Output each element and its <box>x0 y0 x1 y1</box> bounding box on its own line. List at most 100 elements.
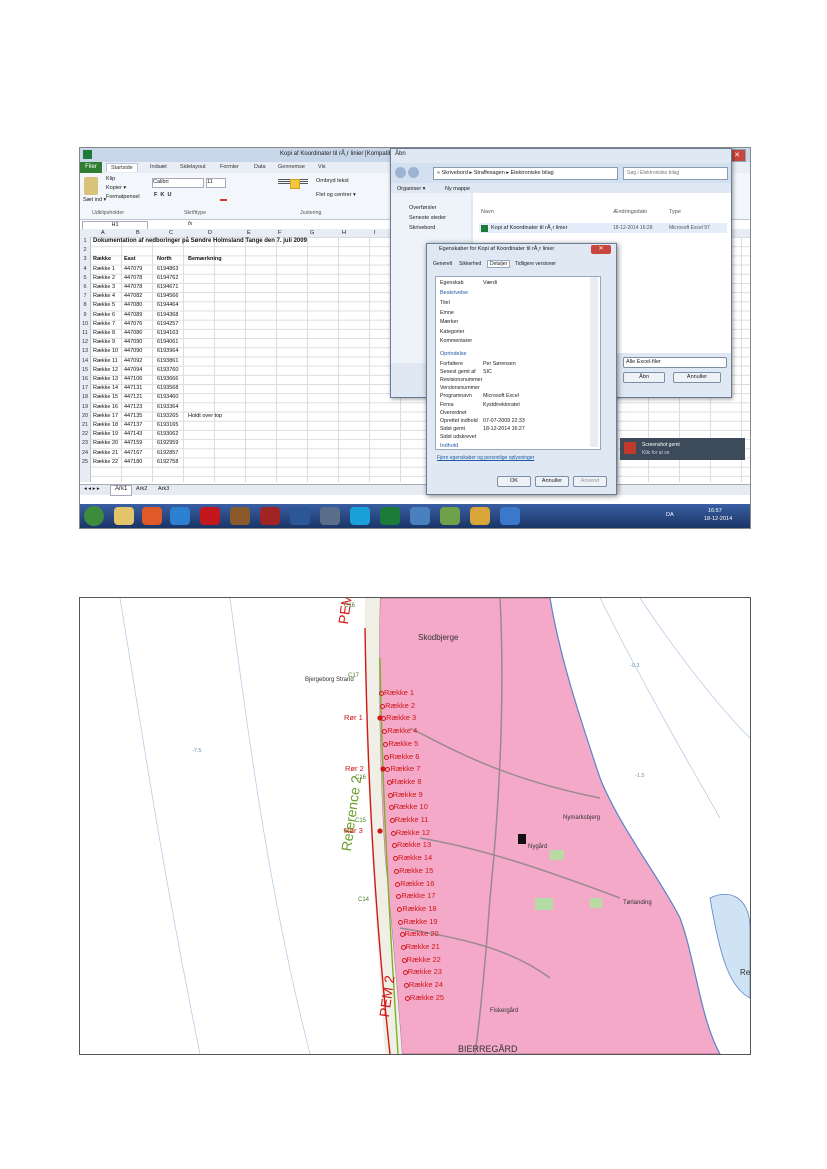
table-cell[interactable]: Række 15 <box>93 394 118 400</box>
tab-home[interactable]: Startside <box>106 163 138 172</box>
header-cell[interactable]: Bemærkning <box>188 256 222 262</box>
header-cell[interactable]: Række <box>93 256 111 262</box>
property-key[interactable]: Titel <box>440 300 450 306</box>
table-cell[interactable]: Række 4 <box>93 293 115 299</box>
table-cell[interactable]: Række 2 <box>93 275 115 281</box>
property-key[interactable]: Kategorier <box>440 329 464 335</box>
property-value[interactable]: Microsoft Excel <box>483 393 519 399</box>
sheet-tab-ark2[interactable]: Ark2 <box>136 486 147 492</box>
nav-recent[interactable]: Seneste steder <box>409 215 446 221</box>
property-key[interactable]: Programnavn <box>440 393 472 399</box>
fx-icon[interactable]: fx <box>188 221 192 227</box>
col-b[interactable]: B <box>136 230 140 236</box>
table-cell[interactable]: Række 16 <box>93 404 118 410</box>
table-cell[interactable]: Række 18 <box>93 422 118 428</box>
language-indicator[interactable]: DA <box>666 512 674 518</box>
pdf-icon[interactable] <box>200 507 220 525</box>
media-icon[interactable] <box>230 507 250 525</box>
search-input[interactable]: Søg i Elektroniske bilag <box>623 167 728 180</box>
property-key[interactable]: Firma <box>440 402 454 408</box>
col-g[interactable]: G <box>310 230 314 236</box>
property-key[interactable]: Forfattere <box>440 361 463 367</box>
table-cell[interactable]: 6194368 <box>157 312 178 318</box>
table-cell[interactable]: Række 10 <box>93 348 118 354</box>
property-key[interactable]: Oprettet indhold <box>440 418 478 424</box>
table-cell[interactable]: Række 22 <box>93 459 118 465</box>
paste-icon[interactable] <box>84 177 98 195</box>
file-name[interactable]: Kopi af Koordinater til rÅ¸r linier <box>491 225 567 231</box>
tab-view[interactable]: Vis <box>314 163 330 171</box>
organize-button[interactable]: Organiser ▾ <box>397 186 425 192</box>
table-cell[interactable]: Række 11 <box>93 358 118 364</box>
property-value[interactable]: Per Sørensen <box>483 361 516 367</box>
table-cell[interactable]: 6192959 <box>157 440 178 446</box>
table-cell[interactable]: 447135 <box>124 413 142 419</box>
start-button[interactable] <box>84 506 104 526</box>
col-h[interactable]: H <box>342 230 346 236</box>
table-cell[interactable]: 6193760 <box>157 367 178 373</box>
ok-button[interactable]: OK <box>497 476 531 487</box>
photos-icon[interactable] <box>440 507 460 525</box>
forward-icon[interactable] <box>408 167 419 178</box>
explorer-icon[interactable] <box>114 507 134 525</box>
remove-properties-link[interactable]: Fjern egenskaber og personlige oplysning… <box>437 455 534 461</box>
property-value[interactable]: 18-12-2014 16:27 <box>483 426 525 432</box>
screenshot-notification[interactable]: Screenshot gemt Klik for at se <box>620 438 745 460</box>
table-cell[interactable]: Række 14 <box>93 385 118 391</box>
table-cell[interactable]: 447076 <box>124 321 142 327</box>
table-cell[interactable]: 6194762 <box>157 275 178 281</box>
table-cell[interactable]: 6194061 <box>157 339 178 345</box>
table-cell[interactable]: 447078 <box>124 284 142 290</box>
table-cell[interactable]: 447131 <box>124 385 142 391</box>
excel-taskbar-icon[interactable] <box>380 507 400 525</box>
app3-icon[interactable] <box>410 507 430 525</box>
clock-time[interactable]: 16:57 <box>708 508 722 514</box>
table-cell[interactable]: Række 3 <box>93 284 115 290</box>
font-color-icon[interactable] <box>220 191 227 201</box>
wrap-text-button[interactable]: Ombryd tekst <box>316 178 349 184</box>
app5-icon[interactable] <box>500 507 520 525</box>
valign-middle-icon[interactable] <box>290 179 300 189</box>
col-name-header[interactable]: Navn <box>481 209 494 215</box>
table-cell[interactable]: 6192758 <box>157 459 178 465</box>
table-cell[interactable]: Række 7 <box>93 321 115 327</box>
property-key[interactable]: Versionsnummer <box>440 385 480 391</box>
table-cell[interactable]: 447159 <box>124 440 142 446</box>
sheet-nav-icon[interactable]: ◂ ◂ ▸ ▸ <box>84 486 100 492</box>
tab-previous-versions[interactable]: Tidligere versioner <box>515 261 556 267</box>
tab-data[interactable]: Data <box>250 163 270 171</box>
col-type-header[interactable]: Type <box>669 209 681 215</box>
table-cell[interactable]: Række 12 <box>93 367 118 373</box>
ie-icon[interactable] <box>170 507 190 525</box>
font-select[interactable]: Calibri <box>152 178 204 188</box>
property-value[interactable]: 07-07-2009 22:33 <box>483 418 525 424</box>
font-size-select[interactable]: 11 <box>206 178 226 188</box>
table-cell[interactable]: 6193861 <box>157 358 178 364</box>
table-cell[interactable]: 447137 <box>124 422 142 428</box>
header-cell[interactable]: East <box>124 256 136 262</box>
sheet-tab-ark1[interactable]: Ark1 <box>110 485 133 496</box>
table-cell[interactable]: Række 5 <box>93 302 115 308</box>
cancel-button[interactable]: Annuller <box>673 372 721 383</box>
tab-details[interactable]: Detaljer <box>487 260 511 268</box>
table-cell[interactable]: 447090 <box>124 339 142 345</box>
back-icon[interactable] <box>395 167 406 178</box>
word-icon[interactable] <box>290 507 310 525</box>
property-key[interactable]: Kommentarer <box>440 338 472 344</box>
table-cell[interactable]: 447167 <box>124 450 142 456</box>
table-cell[interactable]: 447180 <box>124 459 142 465</box>
table-cell[interactable]: 6193265 <box>157 413 178 419</box>
table-cell[interactable]: 6193364 <box>157 404 178 410</box>
table-cell[interactable]: 447079 <box>124 266 142 272</box>
table-cell[interactable]: 447080 <box>124 302 142 308</box>
table-cell[interactable]: 6194464 <box>157 302 178 308</box>
table-cell[interactable]: 6193666 <box>157 376 178 382</box>
close-icon[interactable]: ✕ <box>591 245 611 254</box>
tab-security[interactable]: Sikkerhed <box>459 261 481 267</box>
format-painter-button[interactable]: Formatpensel <box>106 194 140 200</box>
table-cell[interactable]: Holdt over top <box>188 413 222 419</box>
col-date-header[interactable]: Ændringsdato <box>613 209 647 215</box>
col-c[interactable]: C <box>169 230 173 236</box>
tab-formulas[interactable]: Formler <box>216 163 243 171</box>
clock-date[interactable]: 18-12-2014 <box>704 516 732 522</box>
